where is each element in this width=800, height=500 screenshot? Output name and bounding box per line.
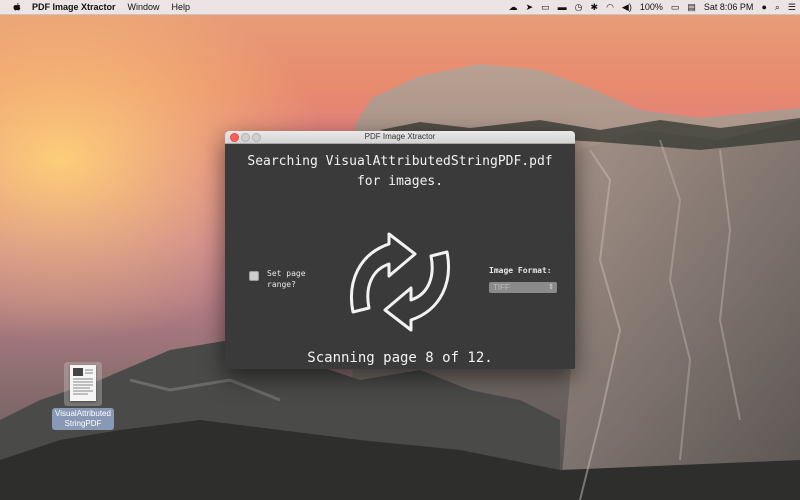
refresh-arrows-icon	[350, 232, 450, 332]
app-window: PDF Image Xtractor Searching VisualAttri…	[225, 131, 575, 369]
dropbox-icon[interactable]: ☁	[509, 0, 518, 14]
volume-icon[interactable]: ◀)	[622, 0, 632, 14]
app-name-menu[interactable]: PDF Image Xtractor	[32, 2, 116, 12]
notification-center-icon[interactable]: ☰	[788, 0, 796, 14]
image-format-select[interactable]: TIFF ⇕	[489, 282, 557, 293]
menu-window[interactable]: Window	[128, 2, 160, 12]
search-status: Searching VisualAttributedStringPDF.pdf …	[225, 152, 575, 192]
pdf-thumbnail	[70, 365, 96, 401]
clock[interactable]: Sat 8:06 PM	[704, 2, 754, 12]
window-content: Searching VisualAttributedStringPDF.pdf …	[225, 144, 575, 369]
image-format-value: TIFF	[493, 283, 510, 292]
file-label-line2: StringPDF	[64, 419, 102, 428]
page-range-label[interactable]: Set page range?	[267, 268, 319, 290]
search-status-line2: for images.	[356, 174, 444, 189]
menu-help[interactable]: Help	[172, 2, 191, 12]
scanning-status: Scanning page 8 of 12.	[307, 350, 493, 366]
zoom-window-button[interactable]	[252, 133, 261, 142]
file-label-line1: VisualAttributed	[55, 409, 111, 418]
input-menu-icon[interactable]: ▤	[687, 0, 696, 14]
bluetooth-icon[interactable]: ✱	[591, 0, 599, 14]
pdf-document-icon[interactable]	[64, 362, 102, 406]
time-machine-icon[interactable]: ◷	[575, 0, 583, 14]
window-titlebar[interactable]: PDF Image Xtractor	[225, 131, 575, 144]
search-status-line1: Searching VisualAttributedStringPDF.pdf	[247, 154, 553, 169]
display-icon[interactable]: ▬	[558, 0, 567, 14]
minimize-window-button[interactable]	[241, 133, 250, 142]
battery-icon[interactable]: ▭	[671, 0, 680, 14]
airplay-icon[interactable]: ▭	[541, 0, 550, 14]
desktop-file-label[interactable]: VisualAttributed StringPDF	[52, 408, 114, 430]
location-icon[interactable]: ➤	[526, 0, 534, 14]
apple-menu-icon[interactable]	[12, 2, 22, 12]
close-window-button[interactable]	[230, 133, 239, 142]
spotlight-search-icon[interactable]: ⌕	[775, 0, 780, 14]
desktop-file-icon[interactable]: VisualAttributed StringPDF	[50, 362, 116, 431]
page-range-checkbox[interactable]	[249, 271, 259, 281]
image-format-label: Image Format:	[489, 266, 552, 275]
battery-percent: 100%	[639, 2, 663, 12]
wifi-icon[interactable]: ◠	[606, 0, 614, 14]
user-icon[interactable]: ●	[761, 0, 766, 14]
window-title: PDF Image Xtractor	[364, 132, 436, 141]
status-area: ☁ ➤ ▭ ▬ ◷ ✱ ◠ ◀) 100% ▭ ▤ Sat 8:06 PM ● …	[505, 0, 800, 14]
menu-bar: PDF Image Xtractor Window Help ☁ ➤ ▭ ▬ ◷…	[0, 0, 800, 15]
chevron-updown-icon: ⇕	[548, 284, 554, 291]
document-lines-icon	[73, 368, 93, 395]
page-range-option[interactable]: Set page range?	[249, 268, 319, 290]
